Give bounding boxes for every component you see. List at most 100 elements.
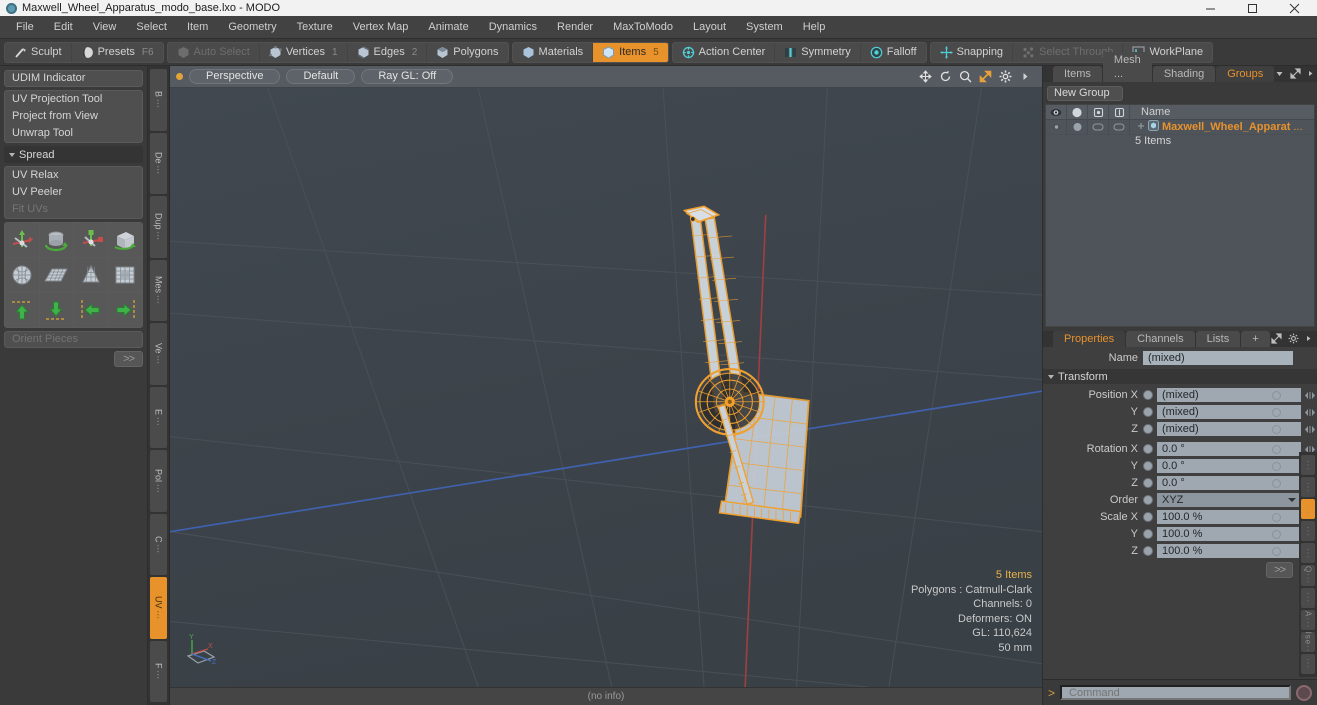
row-lock-toggle[interactable] (1088, 119, 1109, 135)
toolbar-button-vertices[interactable]: Vertices 1 (260, 42, 348, 62)
channel-toggle-icon[interactable] (1143, 512, 1153, 522)
left-vtab-b[interactable]: B ··· (150, 69, 167, 131)
left-vtab-ve[interactable]: Ve ··· (150, 323, 167, 385)
chevron-right-icon[interactable] (1019, 70, 1032, 83)
channel-toggle-icon[interactable] (1143, 478, 1153, 488)
channel-toggle-icon[interactable] (1143, 546, 1153, 556)
transform-value-field[interactable]: (mixed) (1157, 388, 1301, 402)
tab-properties[interactable]: Properties (1053, 331, 1126, 347)
row-render-toggle[interactable] (1067, 119, 1088, 135)
menu-item-layout[interactable]: Layout (683, 18, 736, 36)
view-mode-dropdown[interactable]: Perspective (189, 69, 281, 84)
toolbar-button-action-center[interactable]: Action Center (673, 42, 776, 62)
tab-channels[interactable]: Channels (1126, 331, 1195, 347)
right-vtab-1[interactable]: ··· (1301, 477, 1315, 498)
tab-shading[interactable]: Shading (1152, 66, 1216, 82)
toolbar-button-auto-select[interactable]: Auto Select (168, 42, 260, 62)
menu-item-view[interactable]: View (83, 18, 127, 36)
table-row[interactable]: Maxwell_Wheel_Apparat ... (1046, 119, 1314, 135)
tab-mesh[interactable]: Mesh ... (1102, 52, 1152, 82)
menu-item-animate[interactable]: Animate (418, 18, 478, 36)
left-vtab-de[interactable]: De ··· (150, 132, 167, 194)
chevron-right-icon[interactable] (1305, 334, 1312, 346)
menu-item-render[interactable]: Render (547, 18, 603, 36)
left-vtab-f[interactable]: F ··· (150, 640, 167, 702)
expand-plus-icon[interactable] (1137, 121, 1145, 133)
minimize-icon[interactable] (1189, 0, 1231, 16)
left-vtab-pol[interactable]: Pol ··· (150, 450, 167, 512)
transform-value-field[interactable]: (mixed) (1157, 422, 1301, 436)
left-vtab-uv[interactable]: UV ··· (150, 577, 167, 639)
toolbar-button-sculpt[interactable]: Sculpt (5, 42, 72, 62)
left-vtab-mes[interactable]: Mes ··· (150, 259, 167, 321)
transform-value-field[interactable]: XYZ (1157, 493, 1301, 507)
right-vtab-3[interactable]: ··· (1301, 521, 1315, 542)
chevron-down-icon[interactable] (1275, 69, 1284, 81)
toolbar-button-falloff[interactable]: Falloff (861, 43, 926, 62)
uv-rotate-cylinder-icon[interactable] (39, 223, 73, 257)
record-circle-icon[interactable] (1296, 684, 1312, 701)
align-down-icon[interactable] (39, 293, 73, 327)
right-vtab-6[interactable]: ··· (1301, 587, 1315, 608)
transform-section-header[interactable]: Transform (1043, 369, 1317, 384)
new-group-button[interactable]: New Group (1047, 86, 1123, 101)
channel-toggle-icon[interactable] (1143, 461, 1153, 471)
value-spinner-icon[interactable] (1303, 425, 1317, 434)
right-vtab-5[interactable]: Q··· (1301, 565, 1315, 586)
right-vtab-4[interactable]: ··· (1301, 543, 1315, 564)
uv-cube-unwrap-icon[interactable] (108, 258, 142, 292)
uv-tool-uv-peeler[interactable]: UV Peeler (5, 184, 142, 201)
align-left-icon[interactable] (74, 293, 108, 327)
value-spinner-icon[interactable] (1303, 391, 1317, 400)
transform-value-field[interactable]: 0.0 ° (1157, 476, 1301, 490)
toolbar-button-edges[interactable]: Edges 2 (348, 42, 428, 62)
channel-toggle-icon[interactable] (1143, 444, 1153, 454)
gear-icon[interactable] (1288, 333, 1299, 347)
spread-section-header[interactable]: Spread (4, 146, 143, 163)
transform-value-field[interactable]: 0.0 ° (1157, 459, 1301, 473)
align-up-icon[interactable] (5, 293, 39, 327)
uv-sphere-mesh-icon[interactable] (5, 258, 39, 292)
menu-item-select[interactable]: Select (126, 18, 177, 36)
row-selectable-toggle[interactable] (1109, 119, 1130, 135)
toolbar-button-snapping[interactable]: Snapping (931, 42, 1014, 62)
axis-gizmo[interactable]: Y X Z (178, 630, 224, 673)
tab-lists[interactable]: Lists (1195, 331, 1241, 347)
left-vtab-dup[interactable]: Dup ··· (150, 196, 167, 258)
render-icon[interactable] (1067, 104, 1088, 120)
uv-tool-uv-relax[interactable]: UV Relax (5, 167, 142, 184)
transform-value-field[interactable]: 100.0 % (1157, 544, 1301, 558)
menu-item-system[interactable]: System (736, 18, 793, 36)
menu-item-dynamics[interactable]: Dynamics (479, 18, 547, 36)
transform-value-field[interactable]: 100.0 % (1157, 510, 1301, 524)
value-spinner-icon[interactable] (1303, 408, 1317, 417)
group-list-empty-area[interactable] (1046, 148, 1314, 326)
lock-icon[interactable] (1088, 104, 1109, 120)
fit-view-icon[interactable] (979, 70, 992, 83)
right-vtab-2[interactable]: ··· (1301, 499, 1315, 520)
uv-tool-unwrap-tool[interactable]: Unwrap Tool (5, 125, 142, 142)
right-vtab-0[interactable]: ··· (1301, 455, 1315, 476)
channel-toggle-icon[interactable] (1143, 529, 1153, 539)
menu-item-vertex-map[interactable]: Vertex Map (343, 18, 419, 36)
channel-toggle-icon[interactable] (1143, 407, 1153, 417)
chevron-down-icon[interactable] (1288, 498, 1296, 502)
menu-item-help[interactable]: Help (793, 18, 836, 36)
menu-item-maxtomodo[interactable]: MaxToModo (603, 18, 683, 36)
channel-toggle-icon[interactable] (1143, 424, 1153, 434)
properties-more-button[interactable]: >> (1266, 562, 1293, 578)
toolbar-button-items[interactable]: Items 5 (593, 42, 668, 62)
right-vtab-8[interactable]: Use··· (1301, 631, 1315, 652)
uv-grid-plane-icon[interactable] (39, 258, 73, 292)
transform-value-field[interactable]: 0.0 ° (1157, 442, 1301, 456)
row-eye-toggle[interactable] (1046, 119, 1067, 135)
uv-cone-mesh-icon[interactable] (74, 258, 108, 292)
rotate-view-icon[interactable] (939, 70, 952, 83)
menu-item-texture[interactable]: Texture (287, 18, 343, 36)
name-field[interactable]: (mixed) (1143, 351, 1293, 365)
align-right-icon[interactable] (108, 293, 142, 327)
eye-icon[interactable] (1046, 104, 1067, 120)
left-vtab-c[interactable]: C ··· (150, 513, 167, 575)
raygl-toggle[interactable]: Ray GL: Off (361, 69, 454, 84)
menu-item-file[interactable]: File (6, 18, 44, 36)
